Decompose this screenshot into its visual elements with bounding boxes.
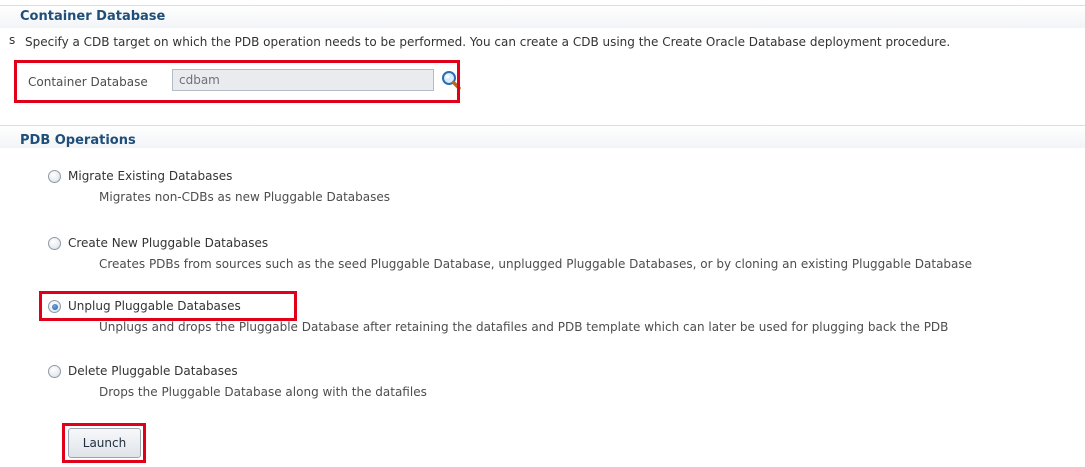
container-section-title: Container Database [20,9,166,24]
radio-unplug[interactable] [48,300,61,313]
container-database-label: Container Database [28,75,148,89]
option-delete-help: Drops the Pluggable Database along with … [99,385,427,399]
option-unplug-label: Unplug Pluggable Databases [68,299,241,313]
option-delete-label: Delete Pluggable Databases [68,364,238,378]
launch-button[interactable]: Launch [68,428,141,458]
pdb-section-header [0,125,1085,148]
container-description: Specify a CDB target on which the PDB op… [25,35,951,49]
option-create-label: Create New Pluggable Databases [68,236,269,250]
container-database-input[interactable] [172,69,434,91]
radio-delete[interactable] [48,365,61,378]
option-unplug-help: Unplugs and drops the Pluggable Database… [99,320,949,334]
option-migrate-help: Migrates non-CDBs as new Pluggable Datab… [99,190,391,204]
option-create-help: Creates PDBs from sources such as the se… [99,257,973,271]
cursor-icon: ꜱ [9,33,16,47]
pdb-section-title: PDB Operations [20,133,136,148]
radio-create[interactable] [48,237,61,250]
container-database-row: Container Database [20,69,461,95]
option-migrate-label: Migrate Existing Databases [68,169,233,183]
radio-migrate[interactable] [48,170,61,183]
search-icon[interactable] [440,69,462,91]
